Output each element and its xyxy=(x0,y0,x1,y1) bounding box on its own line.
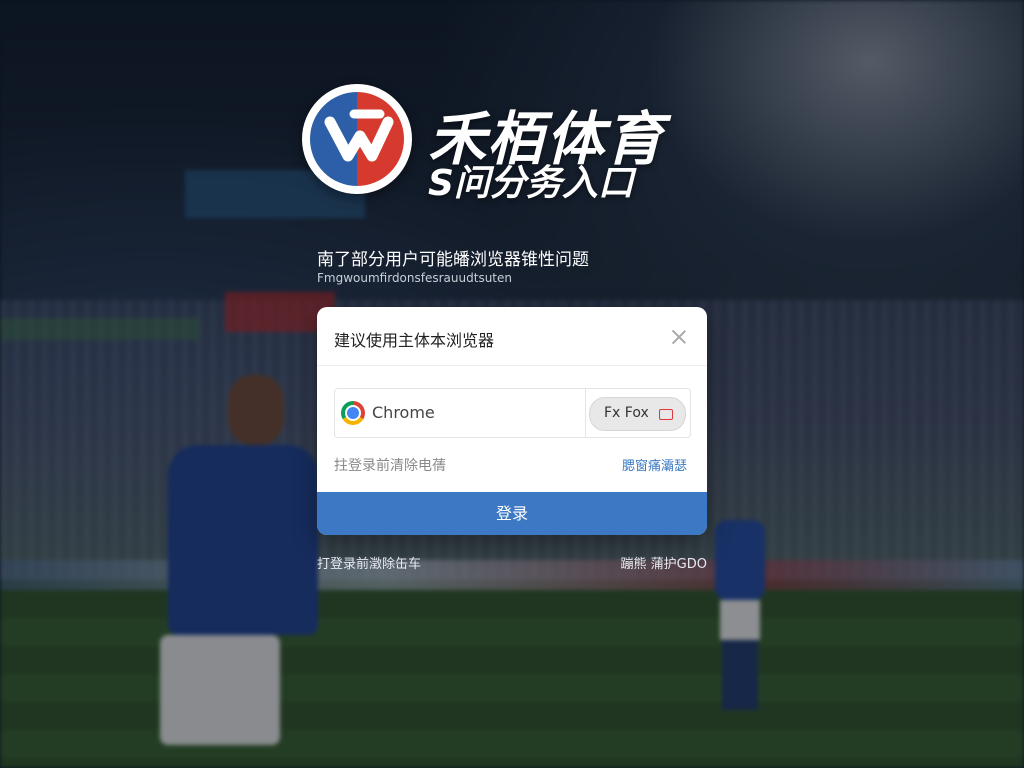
footer-right-text: 蹦熊 蒲护GDO xyxy=(620,557,707,572)
firefox-button[interactable]: Fx Fox xyxy=(589,397,686,431)
chrome-option[interactable]: Chrome xyxy=(335,389,586,437)
login-button[interactable]: 登录 xyxy=(317,492,707,535)
chrome-icon xyxy=(341,401,365,425)
close-icon[interactable] xyxy=(671,329,687,345)
dialog-title: 建议使用主体本浏览器 xyxy=(334,331,495,350)
brand-subtitle: S问分务入口 xyxy=(428,163,634,204)
clear-cache-hint: 拄登录前清除电蒨 xyxy=(334,458,446,474)
compatibility-notice: 南了部分用户可能皤浏览器锥性问题 xyxy=(317,250,589,270)
help-link[interactable]: 腮窗痛灞瑟 xyxy=(622,455,687,474)
dialog-header: 建议使用主体本浏览器 xyxy=(317,307,707,366)
brand-logo-icon xyxy=(302,84,412,194)
firefox-label: Fx Fox xyxy=(604,405,649,421)
browser-options: Chrome Fx Fox xyxy=(334,388,691,438)
browser-dialog: 建议使用主体本浏览器 Chrome Fx Fox 拄登录前清除电蒨 腮窗痛灞瑟 … xyxy=(317,307,707,535)
footer-left-text: 打登录前澂除缶车 xyxy=(317,557,422,572)
firefox-icon xyxy=(659,409,673,420)
compatibility-notice-subtitle: Fmgwoumfirdonsfesrauudtsuten xyxy=(317,271,512,285)
chrome-label: Chrome xyxy=(372,403,435,422)
